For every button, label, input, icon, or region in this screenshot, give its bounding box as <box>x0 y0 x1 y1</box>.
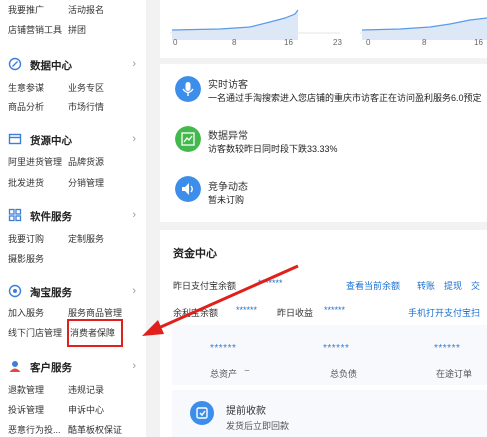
notices-card: 实时访客 一名通过手淘搜索进入您店铺的重庆市访客正在访问盈利服务6.0预定 数据… <box>160 64 487 222</box>
pending-orders-label: 在途订单 <box>436 369 473 379</box>
axis-tick: 23 <box>333 38 342 47</box>
sidebar-item[interactable]: 生意参谋 <box>8 81 44 94</box>
sidebar: 我要推广 活动报名 店铺营销工具 拼团 数据中心 › 生意参谋 业务专区 商品分… <box>0 0 146 437</box>
sidebar-item[interactable]: 市场行情 <box>68 100 104 113</box>
yesterday-income-value: ****** <box>324 305 346 315</box>
sidebar-item[interactable]: 酷革板权保证 <box>68 423 122 436</box>
eye-hidden-icon[interactable]: ⌣ <box>244 365 250 376</box>
sidebar-item[interactable]: 摄影服务 <box>8 252 44 265</box>
section-title: 货源中心 <box>30 135 72 147</box>
trend-chart-icon <box>175 126 201 152</box>
sidebar-item-group-buy[interactable]: 拼团 <box>68 23 86 36</box>
transfer-link[interactable]: 转账 <box>417 279 435 292</box>
section-title: 淘宝服务 <box>30 287 72 299</box>
sidebar-item[interactable]: 批发进货 <box>8 176 44 189</box>
axis-tick: 8 <box>232 38 237 47</box>
pending-orders-value: ****** <box>434 343 461 354</box>
chevron-right-icon: › <box>132 58 136 70</box>
supply-center-icon <box>8 133 22 145</box>
annotation-arrow <box>142 264 299 336</box>
more-link[interactable]: 交 <box>471 279 480 292</box>
customer-service-icon <box>9 361 21 372</box>
axis-tick: 0 <box>173 38 178 47</box>
sidebar-item[interactable]: 定制服务 <box>68 232 104 245</box>
advance-payment-title: 提前收款 <box>226 406 266 417</box>
advance-payment-icon <box>190 401 214 425</box>
trend-chart-left <box>170 9 340 40</box>
section-title: 数据中心 <box>30 60 72 72</box>
sidebar-item[interactable]: 线下门店管理 <box>8 326 62 339</box>
section-data-center[interactable]: 数据中心 › <box>8 56 138 72</box>
total-assets-value: ****** <box>210 343 237 354</box>
speaker-icon <box>175 176 201 202</box>
section-software-service[interactable]: 软件服务 › <box>8 207 138 223</box>
sidebar-item-activity-signup[interactable]: 活动报名 <box>68 3 104 16</box>
notice-desc[interactable]: 一名通过手淘搜索进入您店铺的重庆市访客正在访问盈利服务6.0预定 <box>208 91 482 104</box>
notice-title: 竞争动态 <box>208 182 248 193</box>
data-center-icon <box>8 57 22 71</box>
traffic-chart-card: 0 8 16 23 0 8 16 <box>160 0 487 58</box>
taobao-service-icon <box>8 284 22 298</box>
sidebar-item[interactable]: 品牌货源 <box>68 155 104 168</box>
sidebar-item[interactable]: 阿里进货管理 <box>8 155 62 168</box>
software-service-icon <box>8 208 22 222</box>
sidebar-item[interactable]: 业务专区 <box>68 81 104 94</box>
sidebar-item[interactable]: 恶意行为投... <box>8 423 61 436</box>
axis-tick: 16 <box>284 38 293 47</box>
chevron-right-icon: › <box>132 285 136 297</box>
notice-title: 数据异常 <box>208 131 248 142</box>
trend-chart-right <box>360 17 487 40</box>
notice-desc: 暂未订购 <box>208 195 245 205</box>
advance-payment-desc: 发货后立即回款 <box>226 421 290 431</box>
microphone-icon <box>175 76 201 102</box>
highlight-box <box>67 319 123 347</box>
withdraw-link[interactable]: 提现 <box>444 279 462 292</box>
funds-title: 资金中心 <box>173 248 217 260</box>
sidebar-item[interactable]: 申诉中心 <box>68 403 104 416</box>
sidebar-item[interactable]: 服务商品管理 <box>68 306 122 319</box>
axis-tick: 8 <box>422 38 427 47</box>
axis-tick: 0 <box>366 38 371 47</box>
section-taobao-service[interactable]: 淘宝服务 › <box>8 283 138 299</box>
total-assets-label: 总资产 <box>210 369 238 379</box>
sidebar-item[interactable]: 违规记录 <box>68 383 104 396</box>
sidebar-item-promote[interactable]: 我要推广 <box>8 3 44 16</box>
axis-tick: 16 <box>474 38 483 47</box>
sidebar-item-marketing-tools[interactable]: 店铺营销工具 <box>8 23 62 36</box>
chevron-right-icon: › <box>132 360 136 372</box>
sidebar-item[interactable]: 投诉管理 <box>8 403 44 416</box>
view-balance-link[interactable]: 查看当前余额 <box>346 279 400 292</box>
notice-desc[interactable]: 访客数较昨日同时段下跌33.33% <box>208 142 338 155</box>
mobile-alipay-link[interactable]: 手机打开支付宝扫 <box>408 306 480 319</box>
sidebar-item[interactable]: 商品分析 <box>8 100 44 113</box>
sidebar-item[interactable]: 退款管理 <box>8 383 44 396</box>
chevron-right-icon: › <box>132 133 136 145</box>
total-liabilities-label: 总负债 <box>330 369 358 379</box>
sidebar-item[interactable]: 我要订购 <box>8 232 44 245</box>
notice-title: 实时访客 <box>208 80 248 91</box>
total-liabilities-value: ****** <box>323 343 350 354</box>
section-title: 软件服务 <box>30 211 72 223</box>
sidebar-item[interactable]: 分销管理 <box>68 176 104 189</box>
chevron-right-icon: › <box>132 209 136 221</box>
advance-payment-panel[interactable] <box>172 390 487 437</box>
section-title: 客户服务 <box>30 362 72 374</box>
section-customer-service[interactable]: 客户服务 › <box>8 358 138 374</box>
sidebar-item[interactable]: 加入服务 <box>8 306 44 319</box>
section-supply-center[interactable]: 货源中心 › <box>8 131 138 147</box>
